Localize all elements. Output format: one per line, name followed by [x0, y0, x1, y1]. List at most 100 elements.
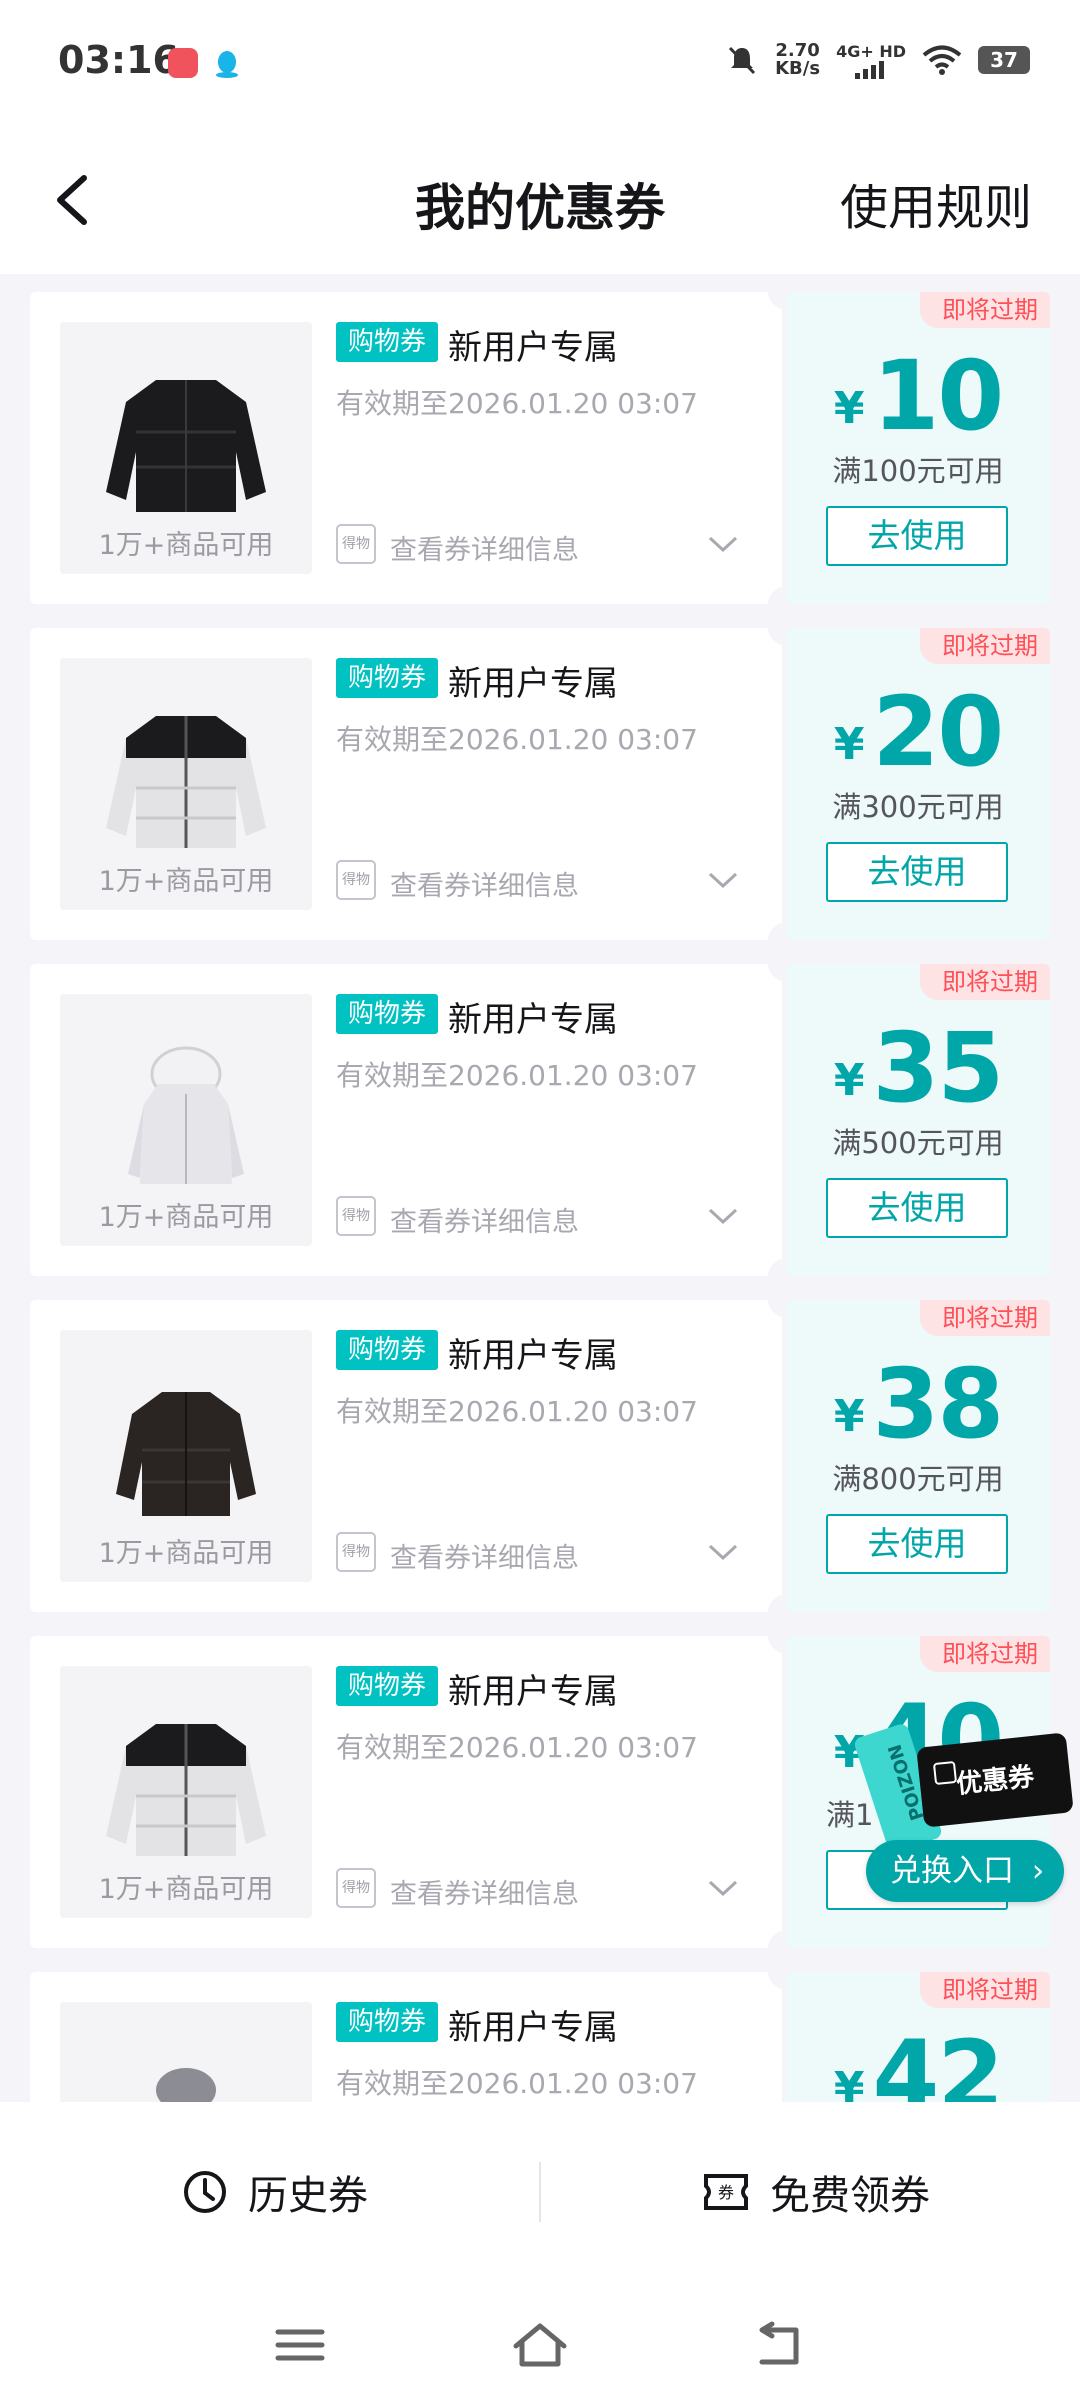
menu-icon[interactable] — [270, 2318, 330, 2372]
coupon-validity: 有效期至2026.01.20 03:07 — [336, 387, 698, 420]
bottom-divider — [539, 2162, 541, 2222]
product-image — [156, 2068, 216, 2102]
coupon-info: 1万+商品可用 购物券 新用户专属 有效期至2026.01.20 03:07 得… — [30, 964, 782, 1276]
currency-symbol: ¥ — [833, 2063, 865, 2102]
network-speed-unit: KB/s — [775, 58, 821, 79]
coupon-info: 1万+商品可用 购物券 新用户专属 有效期至2026.01.20 03:07 得… — [30, 1636, 782, 1948]
ticket-icon-text: 券 — [718, 2183, 734, 2202]
amount-value: 35 — [872, 1012, 1005, 1124]
dewu-logo-icon: 得物 — [336, 524, 376, 564]
free-coupons-button[interactable]: 券 免费领券 — [702, 2160, 930, 2224]
coupon-value-panel: 即将过期 ¥20 满300元可用 去使用 — [786, 628, 1050, 940]
chevron-down-icon[interactable] — [706, 530, 740, 558]
coupon-validity: 有效期至2026.01.20 03:07 — [336, 1395, 698, 1428]
product-caption: 1万+商品可用 — [98, 1202, 274, 1233]
bottom-action-bar: 历史券 券 免费领券 — [0, 2102, 1080, 2282]
product-preview: 1万+商品可用 — [60, 322, 312, 574]
coupon-validity: 有效期至2026.01.20 03:07 — [336, 2067, 698, 2100]
expiring-badge: 即将过期 — [920, 1300, 1050, 1336]
amount-value: 42 — [872, 2020, 1005, 2102]
chevron-down-icon[interactable] — [706, 866, 740, 894]
coupon-card[interactable]: 1万+商品可用 购物券 新用户专属 有效期至2026.01.20 03:07 得… — [30, 275, 1050, 621]
coupon-name: 新用户专属 — [448, 328, 618, 368]
coupon-validity: 有效期至2026.01.20 03:07 — [336, 723, 698, 756]
coupon-threshold: 满100元可用 — [832, 454, 1004, 488]
product-image — [106, 716, 266, 848]
home-icon[interactable] — [510, 2318, 570, 2372]
qq-app-icon — [212, 48, 242, 78]
expiring-badge: 即将过期 — [920, 964, 1050, 1000]
product-preview: 1万+商品可用 — [60, 994, 312, 1246]
coupon-threshold: 满500元可用 — [832, 1126, 1004, 1160]
expiring-badge: 即将过期 — [920, 628, 1050, 664]
clock-icon — [184, 2171, 226, 2213]
amount-value: 38 — [872, 1348, 1005, 1460]
expiring-badge: 即将过期 — [920, 1972, 1050, 2008]
amount-value: 10 — [872, 340, 1005, 452]
status-indicators: 2.70 KB/s 4G+ HD 37 — [725, 40, 1030, 80]
view-details-link[interactable]: 查看券详细信息 — [390, 528, 579, 567]
history-coupons-button[interactable]: 历史券 — [182, 2160, 368, 2224]
coupon-type-tag: 购物券 — [336, 1666, 439, 1706]
use-coupon-button[interactable]: 去使用 — [826, 1178, 1008, 1238]
coupon-card[interactable]: 1万+商品可用 购物券 新用户专属 有效期至2026.01.20 03:07 得… — [30, 1283, 1050, 1629]
coupon-amount: ¥38 — [786, 1348, 1050, 1460]
product-image — [116, 1392, 256, 1516]
coupon-info: 1万+商品可用 购物券 新用户专属 有效期至2026.01.20 03:07 得… — [30, 292, 782, 604]
history-coupons-label: 历史券 — [248, 2173, 368, 2219]
amount-value: 20 — [872, 676, 1005, 788]
chevron-down-icon[interactable] — [706, 1538, 740, 1566]
use-coupon-button[interactable]: 去使用 — [826, 842, 1008, 902]
coupon-name: 新用户专属 — [448, 664, 618, 704]
coupon-name: 新用户专属 — [448, 2008, 618, 2048]
coupon-name: 新用户专属 — [448, 1336, 618, 1376]
product-preview: 1万+商品可用 — [60, 1330, 312, 1582]
coupon-value-panel: 即将过期 ¥10 满100元可用 去使用 — [786, 292, 1050, 604]
free-coupons-label: 免费领券 — [770, 2173, 930, 2219]
usage-rules-link[interactable]: 使用规则 — [840, 168, 1032, 238]
chevron-down-icon[interactable] — [706, 1874, 740, 1902]
coupon-type-tag: 购物券 — [336, 994, 439, 1034]
coupon-name: 新用户专属 — [448, 1000, 618, 1040]
view-details-link[interactable]: 查看券详细信息 — [390, 1200, 579, 1239]
signal-group: 4G+ HD — [836, 42, 906, 79]
product-preview: 1万+商品可用 — [60, 1666, 312, 1918]
coupon-amount: ¥10 — [786, 340, 1050, 452]
currency-symbol: ¥ — [833, 1391, 865, 1442]
view-details-link[interactable]: 查看券详细信息 — [390, 864, 579, 903]
coupon-amount: ¥20 — [786, 676, 1050, 788]
exchange-entry-badge[interactable]: POIZON 优惠券 兑换入口 › — [852, 1722, 1074, 1930]
battery-indicator: 37 — [978, 46, 1030, 74]
coupon-value-panel: 即将过期 ¥42 — [786, 1972, 1050, 2102]
view-details-link[interactable]: 查看券详细信息 — [390, 1872, 579, 1911]
status-time: 03:16 — [58, 38, 179, 82]
product-caption: 1万+商品可用 — [98, 530, 274, 561]
exchange-entry-label: 兑换入口 — [890, 1853, 1014, 1889]
coupon-type-tag: 购物券 — [336, 1330, 439, 1370]
view-details-link[interactable]: 查看券详细信息 — [390, 1536, 579, 1575]
signal-bars-icon — [855, 60, 885, 79]
currency-symbol: ¥ — [833, 719, 865, 770]
use-coupon-button[interactable]: 去使用 — [826, 1514, 1008, 1574]
coupon-value-panel: 即将过期 ¥38 满800元可用 去使用 — [786, 1300, 1050, 1612]
exchange-entry-button[interactable]: 兑换入口 › — [866, 1840, 1065, 1902]
coupon-threshold: 满300元可用 — [832, 790, 1004, 824]
product-caption: 1万+商品可用 — [98, 866, 274, 897]
coupon-amount: ¥35 — [786, 1012, 1050, 1124]
coupon-name: 新用户专属 — [448, 1672, 618, 1712]
coupon-info: 1万+商品可用 购物券 新用户专属 有效期至2026.01.20 03:07 得… — [30, 1300, 782, 1612]
chevron-down-icon[interactable] — [706, 1202, 740, 1230]
product-image — [128, 1046, 244, 1184]
wifi-icon — [922, 45, 962, 75]
system-nav-bar — [0, 2282, 1080, 2408]
product-image — [106, 380, 266, 512]
use-coupon-button[interactable]: 去使用 — [826, 506, 1008, 566]
coupon-card[interactable]: 1万+商品可用 购物券 新用户专属 有效期至2026.01.20 03:07 得… — [30, 611, 1050, 957]
product-image — [106, 1724, 266, 1856]
coupon-type-tag: 购物券 — [336, 658, 439, 698]
mute-bell-icon — [729, 46, 756, 75]
back-icon[interactable] — [750, 2318, 810, 2372]
coupon-card[interactable]: 1万+商品可用 购物券 新用户专属 有效期至2026.01.20 03:07 得… — [30, 947, 1050, 1293]
coupon-card[interactable]: 购物券 新用户专属 有效期至2026.01.20 03:07 即将过期 ¥42 — [30, 1955, 1050, 2102]
coupon-threshold: 满800元可用 — [832, 1462, 1004, 1496]
